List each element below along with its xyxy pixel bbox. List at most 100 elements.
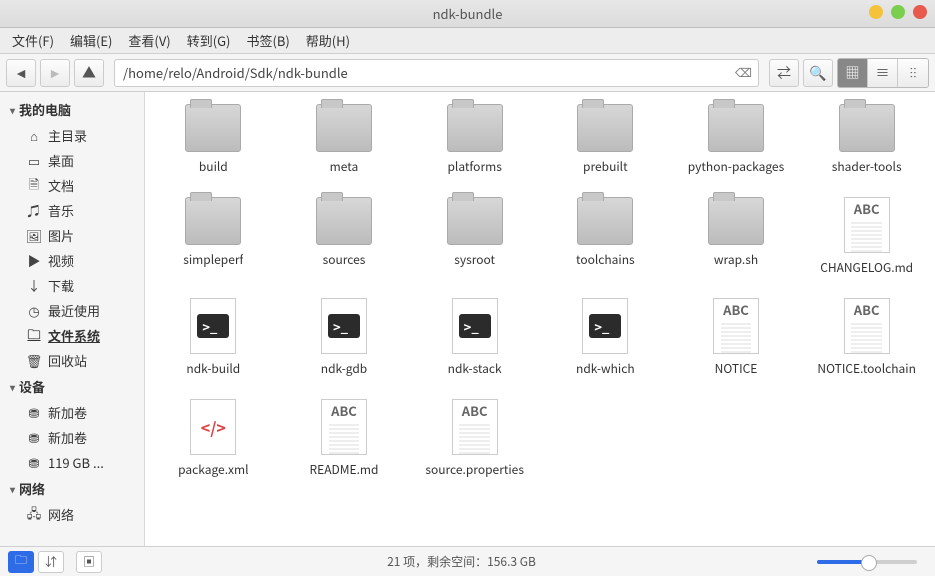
file-label: CHANGELOG.md [820,259,913,276]
view-mode-group: ▦ ≡ ⫶⫶ [837,58,929,88]
menu-edit[interactable]: 编辑(E) [62,28,120,53]
folder-icon [185,104,241,152]
file-item[interactable]: ABCsource.properties [412,399,537,478]
text-file-icon: ABC [321,399,367,455]
up-button[interactable]: ▲ [74,59,104,87]
back-button[interactable]: ◄ [6,59,36,87]
menu-help[interactable]: 帮助(H) [298,28,358,53]
window-controls [869,5,927,19]
sidebar-item-label: 图片 [48,226,74,245]
tree-toggle[interactable]: ⇵ [38,551,64,573]
path-input[interactable]: /home/relo/Android/Sdk/ndk-bundle ⌫ [114,59,759,87]
file-label: ndk-build [186,360,240,377]
file-label: meta [330,158,359,175]
file-item[interactable]: wrap.sh [674,197,799,276]
file-item[interactable]: platforms [412,104,537,175]
sidebar-item[interactable]: 🗎文档 [0,173,144,198]
minimize-button[interactable] [869,5,883,19]
file-item[interactable]: >_ndk-which [543,298,668,377]
status-text: 21 项，剩余空间：156.3 GB [106,553,817,570]
zoom-slider[interactable] [817,560,917,564]
terminal-toggle[interactable]: ▣ [76,551,102,573]
maximize-button[interactable] [891,5,905,19]
folder-icon [316,197,372,245]
search-button[interactable]: 🔍 [803,59,833,87]
path-text: /home/relo/Android/Sdk/ndk-bundle [123,63,348,82]
sidebar-item[interactable]: ⛃新加卷 [0,425,144,450]
file-item[interactable]: >_ndk-stack [412,298,537,377]
titlebar: ndk-bundle [0,0,935,28]
file-label: sysroot [454,251,495,268]
file-item[interactable]: python-packages [674,104,799,175]
folder-icon [708,104,764,152]
file-grid: build meta platforms prebuiltpython-package… [151,104,929,478]
videos-icon: ▶ [26,253,42,269]
drive-icon: ⛃ [26,430,42,446]
sidebar-item[interactable]: ⌂主目录 [0,123,144,148]
sidebar-item[interactable]: 🖧 网络 [0,502,144,527]
file-item[interactable]: >_ndk-gdb [282,298,407,377]
network-icon: 🖧 [26,507,42,523]
sidebar-item[interactable]: ◷最近使用 [0,298,144,323]
file-item[interactable]: toolchains [543,197,668,276]
toggle-path-button[interactable]: ⇄ [769,59,799,87]
forward-button[interactable]: ► [40,59,70,87]
file-label: ndk-which [576,360,635,377]
statusbar: 🗀 ⇵ ▣ 21 项，剩余空间：156.3 GB [0,546,935,576]
list-view-button[interactable]: ≡ [868,59,898,87]
icon-view-button[interactable]: ▦ [838,59,868,87]
file-item[interactable]: prebuilt [543,104,668,175]
file-item[interactable]: sources [282,197,407,276]
sidebar-item[interactable]: ↓下载 [0,273,144,298]
file-item[interactable]: simpleperf [151,197,276,276]
file-item[interactable]: ABC CHANGELOG.md [804,197,929,276]
folder-icon [708,197,764,245]
file-pane[interactable]: build meta platforms prebuiltpython-package… [145,92,935,546]
sidebar-item-label: 新加卷 [48,403,87,422]
file-label: platforms [447,158,501,175]
file-item[interactable]: </>package.xml [151,399,276,478]
file-item[interactable]: >_ndk-build [151,298,276,377]
sidebar-item[interactable]: ▶视频 [0,248,144,273]
folder-icon [447,197,503,245]
clear-path-icon[interactable]: ⌫ [735,64,752,81]
recent-icon: ◷ [26,303,42,319]
sidebar-item[interactable]: 🗑回收站 [0,348,144,373]
file-label: NOTICE [715,360,758,377]
sidebar-group[interactable]: 网络 [0,475,144,502]
text-file-icon: ABC [844,197,890,253]
menu-file[interactable]: 文件(F) [4,28,62,53]
sidebar-item[interactable]: 🗀文件系统 [0,323,144,348]
main-area: 我的电脑⌂主目录▭桌面🗎文档♫音乐🖼图片▶视频↓下载◷最近使用🗀文件系统🗑回收站… [0,92,935,546]
compact-view-button[interactable]: ⫶⫶ [898,59,928,87]
text-file-icon: ABC [713,298,759,354]
file-item[interactable]: ABC NOTICE [674,298,799,377]
sidebar-item-label: 119 GB ... [48,453,104,472]
menu-bookmarks[interactable]: 书签(B) [238,28,297,53]
file-item[interactable]: shader-tools [804,104,929,175]
file-item[interactable]: ABCNOTICE.toolchain [804,298,929,377]
file-item[interactable]: meta [282,104,407,175]
menu-go[interactable]: 转到(G) [179,28,239,53]
sidebar-item-label: 网络 [48,505,74,524]
file-item[interactable]: sysroot [412,197,537,276]
close-button[interactable] [913,5,927,19]
file-label: ndk-stack [448,360,502,377]
folder-icon [577,197,633,245]
file-label: build [199,158,228,175]
sidebar-item-label: 主目录 [48,126,87,145]
sidebar-item[interactable]: ▭桌面 [0,148,144,173]
file-item[interactable]: ABCREADME.md [282,399,407,478]
xml-file-icon: </> [190,399,236,455]
sidebar-group[interactable]: 我的电脑 [0,96,144,123]
sidebar-group[interactable]: 设备 [0,373,144,400]
sidebar-item[interactable]: ⛃119 GB ... [0,450,144,475]
sidebar-item[interactable]: 🖼图片 [0,223,144,248]
sidebar-item[interactable]: ♫音乐 [0,198,144,223]
menu-view[interactable]: 查看(V) [120,28,178,53]
places-toggle[interactable]: 🗀 [8,551,34,573]
file-item[interactable]: build [151,104,276,175]
sidebar-item[interactable]: ⛃新加卷 [0,400,144,425]
toolbar: ◄ ► ▲ /home/relo/Android/Sdk/ndk-bundle … [0,54,935,92]
file-label: NOTICE.toolchain [817,360,916,377]
